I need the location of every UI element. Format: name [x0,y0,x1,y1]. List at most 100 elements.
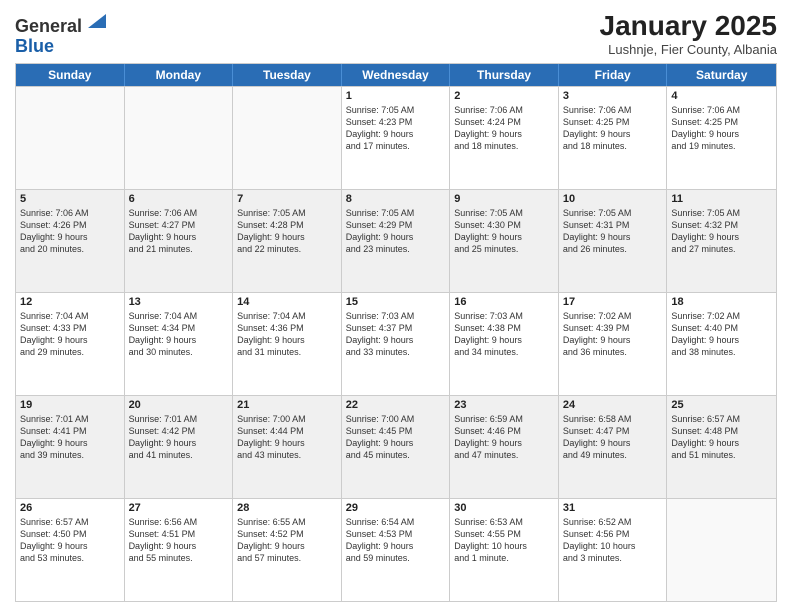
cell-info-line: and 19 minutes. [671,140,772,152]
cell-info-line: Sunset: 4:45 PM [346,425,446,437]
cell-info-line: Daylight: 9 hours [671,437,772,449]
cell-info-line: Sunset: 4:24 PM [454,116,554,128]
day-number: 21 [237,399,337,411]
cell-info-line: Sunrise: 7:02 AM [671,310,772,322]
cell-info-line: Sunrise: 7:04 AM [20,310,120,322]
cell-info-line: Sunset: 4:39 PM [563,322,663,334]
cell-info-line: and 21 minutes. [129,243,229,255]
header: General Blue January 2025 Lushnje, Fier … [15,10,777,57]
cell-info-line: Sunrise: 6:52 AM [563,516,663,528]
header-day-wednesday: Wednesday [342,64,451,86]
cell-info-line: Daylight: 9 hours [129,334,229,346]
calendar-week-4: 19Sunrise: 7:01 AMSunset: 4:41 PMDayligh… [16,395,776,498]
day-number: 27 [129,502,229,514]
day-number: 18 [671,296,772,308]
day-number: 5 [20,193,120,205]
cell-info-line: Sunset: 4:53 PM [346,528,446,540]
day-number: 4 [671,90,772,102]
day-number: 14 [237,296,337,308]
day-cell-30: 30Sunrise: 6:53 AMSunset: 4:55 PMDayligh… [450,499,559,601]
cell-info-line: Daylight: 9 hours [20,437,120,449]
cell-info-line: Sunrise: 7:06 AM [563,104,663,116]
cell-info-line: and 1 minute. [454,552,554,564]
cell-info-line: Sunrise: 6:57 AM [20,516,120,528]
title-block: January 2025 Lushnje, Fier County, Alban… [600,10,777,57]
cell-info-line: Sunrise: 7:06 AM [129,207,229,219]
day-cell-5: 5Sunrise: 7:06 AMSunset: 4:26 PMDaylight… [16,190,125,292]
cell-info-line: and 49 minutes. [563,449,663,461]
day-cell-18: 18Sunrise: 7:02 AMSunset: 4:40 PMDayligh… [667,293,776,395]
empty-cell [233,87,342,189]
cell-info-line: Sunrise: 7:04 AM [237,310,337,322]
calendar-week-2: 5Sunrise: 7:06 AMSunset: 4:26 PMDaylight… [16,189,776,292]
cell-info-line: Sunset: 4:47 PM [563,425,663,437]
calendar-title: January 2025 [600,10,777,42]
day-number: 11 [671,193,772,205]
cell-info-line: Sunrise: 7:03 AM [346,310,446,322]
cell-info-line: Sunrise: 7:02 AM [563,310,663,322]
day-number: 30 [454,502,554,514]
cell-info-line: and 27 minutes. [671,243,772,255]
cell-info-line: Sunrise: 7:01 AM [20,413,120,425]
cell-info-line: Sunset: 4:26 PM [20,219,120,231]
cell-info-line: Daylight: 9 hours [346,231,446,243]
day-number: 1 [346,90,446,102]
day-cell-31: 31Sunrise: 6:52 AMSunset: 4:56 PMDayligh… [559,499,668,601]
cell-info-line: Daylight: 9 hours [563,128,663,140]
cell-info-line: Sunset: 4:48 PM [671,425,772,437]
cell-info-line: and 25 minutes. [454,243,554,255]
cell-info-line: Daylight: 9 hours [20,540,120,552]
day-cell-17: 17Sunrise: 7:02 AMSunset: 4:39 PMDayligh… [559,293,668,395]
calendar-week-1: 1Sunrise: 7:05 AMSunset: 4:23 PMDaylight… [16,86,776,189]
cell-info-line: Sunset: 4:33 PM [20,322,120,334]
cell-info-line: Daylight: 9 hours [563,334,663,346]
day-number: 13 [129,296,229,308]
cell-info-line: Sunrise: 7:06 AM [20,207,120,219]
day-cell-20: 20Sunrise: 7:01 AMSunset: 4:42 PMDayligh… [125,396,234,498]
day-number: 26 [20,502,120,514]
cell-info-line: Sunset: 4:44 PM [237,425,337,437]
cell-info-line: and 34 minutes. [454,346,554,358]
cell-info-line: Sunrise: 6:53 AM [454,516,554,528]
cell-info-line: Sunset: 4:28 PM [237,219,337,231]
cell-info-line: Daylight: 9 hours [129,540,229,552]
cell-info-line: Sunset: 4:56 PM [563,528,663,540]
day-number: 6 [129,193,229,205]
cell-info-line: and 29 minutes. [20,346,120,358]
day-cell-9: 9Sunrise: 7:05 AMSunset: 4:30 PMDaylight… [450,190,559,292]
cell-info-line: Sunset: 4:41 PM [20,425,120,437]
cell-info-line: and 38 minutes. [671,346,772,358]
cell-info-line: and 31 minutes. [237,346,337,358]
cell-info-line: Daylight: 9 hours [237,334,337,346]
day-number: 20 [129,399,229,411]
empty-cell [667,499,776,601]
header-day-monday: Monday [125,64,234,86]
cell-info-line: Daylight: 9 hours [129,437,229,449]
cell-info-line: Sunset: 4:23 PM [346,116,446,128]
cell-info-line: Sunset: 4:34 PM [129,322,229,334]
cell-info-line: Sunset: 4:38 PM [454,322,554,334]
day-cell-15: 15Sunrise: 7:03 AMSunset: 4:37 PMDayligh… [342,293,451,395]
day-cell-21: 21Sunrise: 7:00 AMSunset: 4:44 PMDayligh… [233,396,342,498]
day-number: 22 [346,399,446,411]
cell-info-line: Daylight: 10 hours [563,540,663,552]
logo: General Blue [15,10,106,57]
day-number: 9 [454,193,554,205]
cell-info-line: Sunset: 4:31 PM [563,219,663,231]
cell-info-line: Daylight: 9 hours [129,231,229,243]
day-cell-27: 27Sunrise: 6:56 AMSunset: 4:51 PMDayligh… [125,499,234,601]
cell-info-line: Sunset: 4:30 PM [454,219,554,231]
day-cell-19: 19Sunrise: 7:01 AMSunset: 4:41 PMDayligh… [16,396,125,498]
day-cell-7: 7Sunrise: 7:05 AMSunset: 4:28 PMDaylight… [233,190,342,292]
cell-info-line: Daylight: 9 hours [454,231,554,243]
cell-info-line: Daylight: 9 hours [346,437,446,449]
day-cell-29: 29Sunrise: 6:54 AMSunset: 4:53 PMDayligh… [342,499,451,601]
day-cell-28: 28Sunrise: 6:55 AMSunset: 4:52 PMDayligh… [233,499,342,601]
cell-info-line: and 3 minutes. [563,552,663,564]
calendar-header: SundayMondayTuesdayWednesdayThursdayFrid… [16,64,776,86]
day-number: 28 [237,502,337,514]
day-number: 15 [346,296,446,308]
day-number: 12 [20,296,120,308]
cell-info-line: Daylight: 9 hours [346,334,446,346]
cell-info-line: Sunrise: 7:05 AM [346,207,446,219]
